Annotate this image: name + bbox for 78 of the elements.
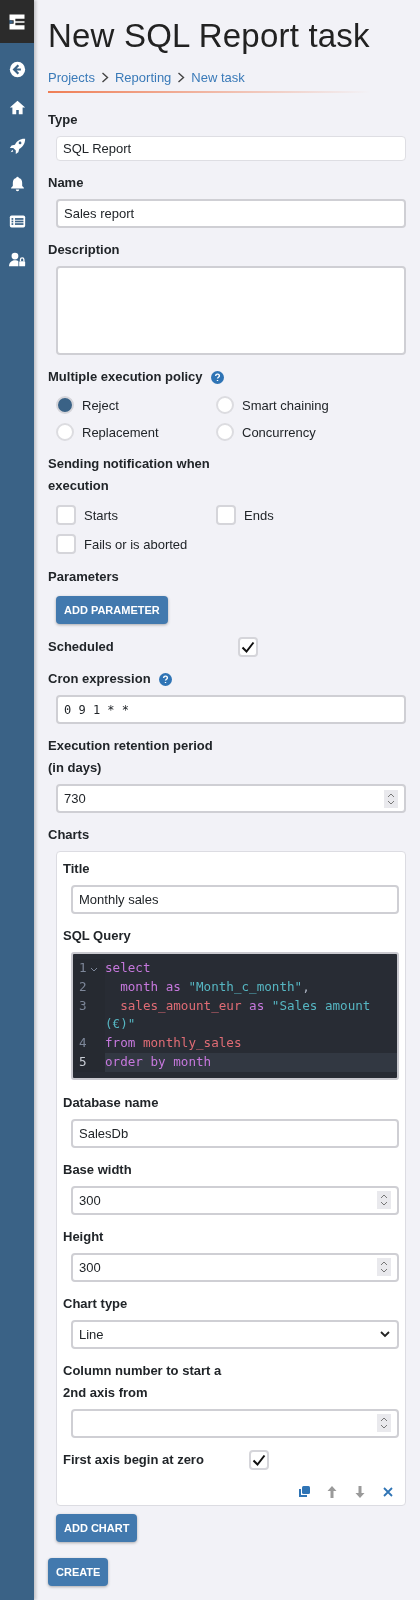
rocket-icon[interactable] <box>8 137 26 154</box>
bell-icon[interactable] <box>8 175 26 192</box>
code-text: month as "Month_c_month", <box>119 977 311 996</box>
radio-button[interactable] <box>216 396 234 414</box>
code-text: order by month <box>105 1053 213 1071</box>
chevron-icon <box>100 72 109 83</box>
breadcrumb-link[interactable]: Reporting <box>114 70 172 85</box>
number-field[interactable]: 730 <box>56 784 406 813</box>
field-label: Column number to start a 2nd axis from <box>63 1361 223 1402</box>
user-lock-icon[interactable] <box>8 251 26 268</box>
page-title: New SQL Report task <box>48 16 371 56</box>
radio-button[interactable] <box>56 423 74 441</box>
checkbox[interactable] <box>56 505 76 525</box>
field-label: Parameters <box>48 568 119 586</box>
option-label: Starts <box>84 507 118 523</box>
chevron-icon <box>177 72 186 83</box>
select-field[interactable]: Line <box>71 1319 399 1349</box>
field-label: Height <box>63 1227 104 1246</box>
code-text: sales_amount_eur as "Sales amount (€)" <box>105 996 372 1034</box>
field-label: Charts <box>48 826 90 844</box>
checkbox[interactable] <box>216 505 236 525</box>
field-label: Chart type <box>63 1294 128 1313</box>
field-label: Type <box>48 111 78 129</box>
option-label: Ends <box>244 507 274 523</box>
caret-icon <box>379 1330 391 1339</box>
checkbox[interactable] <box>238 637 258 657</box>
option-label: Reject <box>82 397 119 413</box>
field-label: Name <box>48 174 84 192</box>
code-editor[interactable]: 1 select 2 month as "Month_c_month", 3 sales_amount_eur as "Sales amount (€)" 4 from monthly_sales 5 order by month <box>71 952 399 1080</box>
spinner-icon <box>377 1414 391 1433</box>
number-field[interactable]: 300 <box>71 1185 399 1215</box>
list-icon[interactable] <box>8 213 26 230</box>
code-text: select <box>105 959 152 977</box>
input-field[interactable]: Sales report <box>56 199 406 228</box>
field-label: First axis begin at zero <box>63 1450 205 1469</box>
close-icon[interactable] <box>381 1484 395 1499</box>
fold-icon[interactable] <box>89 966 98 974</box>
number-field[interactable] <box>71 1408 399 1438</box>
line-number: 3 <box>79 996 87 1015</box>
spinner-icon <box>384 789 398 808</box>
field-label: Database name <box>63 1093 159 1112</box>
home-icon[interactable] <box>8 99 26 116</box>
field-label: Description <box>48 241 120 259</box>
line-number: 5 <box>79 1053 87 1071</box>
checkbox[interactable] <box>249 1449 269 1470</box>
create-button[interactable]: CREATE <box>48 1557 109 1586</box>
input-field[interactable]: 0 9 1 * * <box>56 695 406 724</box>
line-number: 1 <box>79 959 87 977</box>
spinner-icon <box>377 1258 391 1277</box>
breadcrumb-link[interactable]: Projects <box>48 70 95 85</box>
field-label: Cron expression <box>48 670 151 688</box>
option-label: Smart chaining <box>242 397 329 413</box>
spinner-icon <box>377 1191 391 1210</box>
add-chart-button[interactable]: ADD CHART <box>56 1513 138 1542</box>
input-field[interactable]: SQL Report <box>56 136 406 161</box>
field-label: Execution retention period (in days) <box>48 737 214 777</box>
option-label: Replacement <box>82 424 159 440</box>
line-number: 2 <box>79 977 87 996</box>
field-label: Multiple execution policy <box>48 368 203 386</box>
code-text: from monthly_sales <box>105 1034 243 1053</box>
back-icon[interactable] <box>8 61 26 78</box>
input-field[interactable]: SalesDb <box>71 1118 399 1148</box>
copy-icon[interactable] <box>297 1484 311 1499</box>
checkbox[interactable] <box>56 534 76 554</box>
field-label: Sending notification when execution <box>48 455 211 495</box>
radio-button[interactable] <box>56 396 74 414</box>
field-label: Base width <box>63 1160 132 1179</box>
input-field[interactable]: Monthly sales <box>71 885 399 914</box>
breadcrumb-link[interactable]: New task <box>191 70 245 85</box>
number-field[interactable]: 300 <box>71 1252 399 1282</box>
field-label: SQL Query <box>63 927 131 945</box>
field-label: Title <box>63 860 90 878</box>
radio-button[interactable] <box>216 423 234 441</box>
add-parameter-button[interactable]: ADD PARAMETER <box>56 596 168 624</box>
option-label: Fails or is aborted <box>84 536 188 552</box>
option-label: Concurrency <box>242 424 316 440</box>
line-number: 4 <box>79 1034 87 1053</box>
field-label: Scheduled <box>48 638 115 656</box>
